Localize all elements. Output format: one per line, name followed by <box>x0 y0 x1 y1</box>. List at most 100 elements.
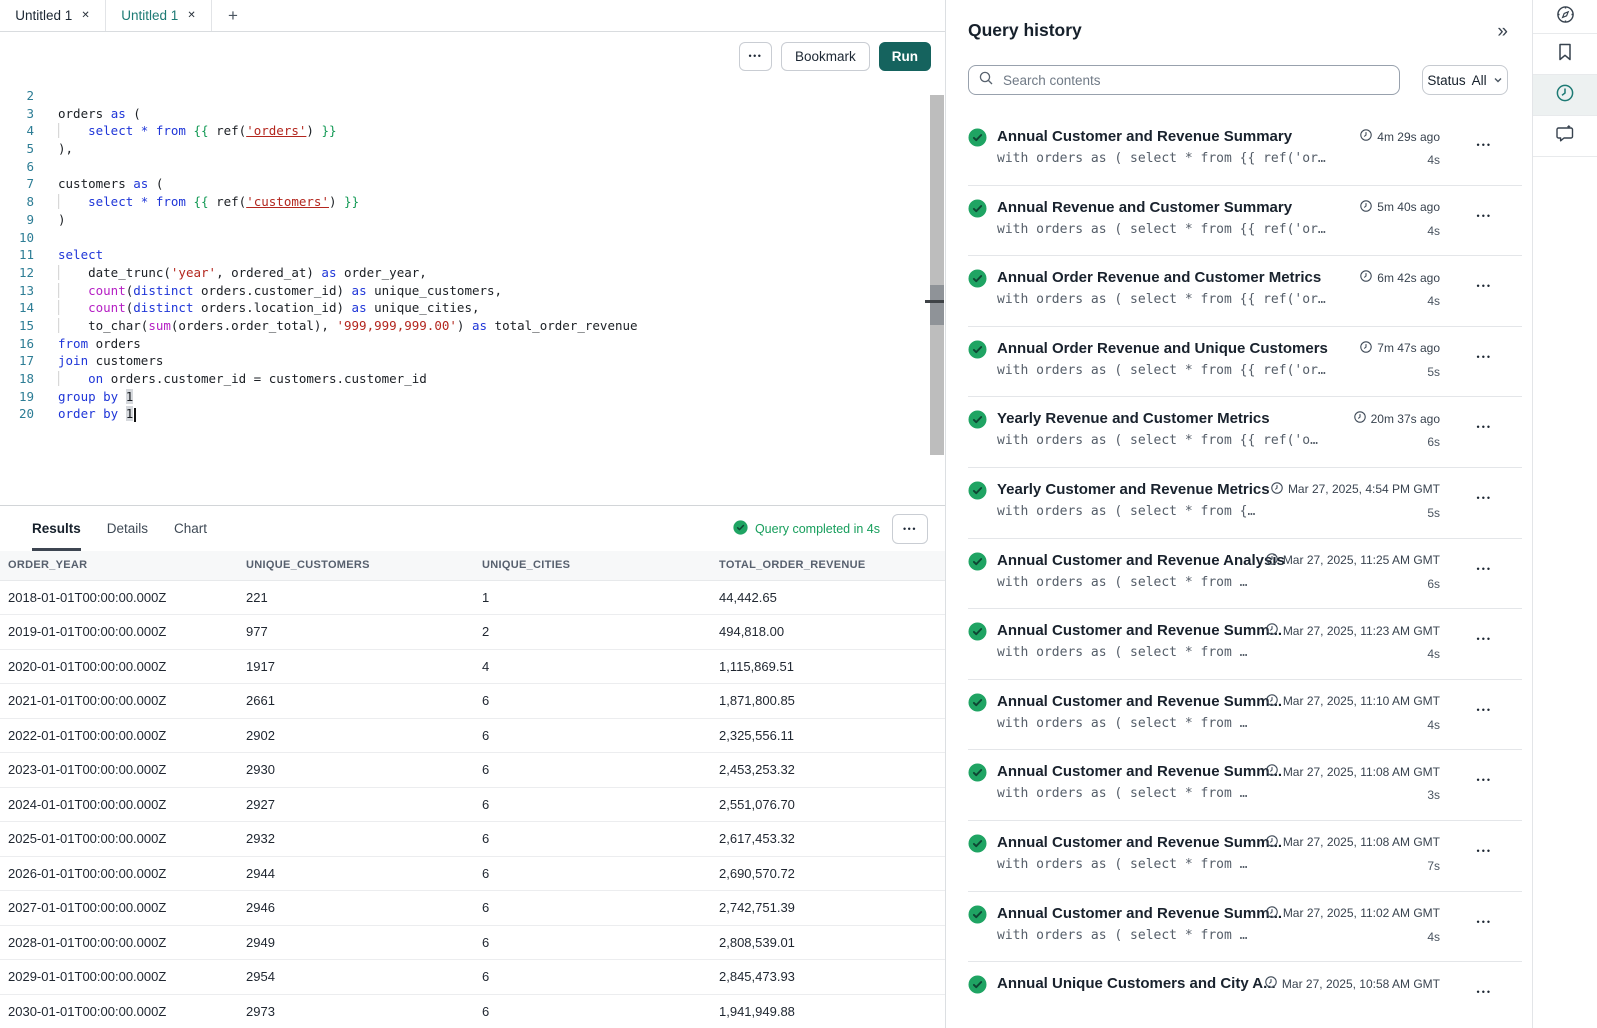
item-more-button[interactable]: ••• <box>1477 352 1492 362</box>
table-row[interactable]: 2026-01-01T00:00:00.000Z294462,690,570.7… <box>0 856 945 891</box>
item-more-button[interactable]: ••• <box>1477 917 1492 927</box>
table-row[interactable]: 2030-01-01T00:00:00.000Z297361,941,949.8… <box>0 994 945 1028</box>
query-time: Mar 27, 2025, 10:58 AM GMT <box>1282 977 1440 991</box>
line-number: 5 <box>0 140 34 158</box>
query-duration: 4s <box>1427 153 1440 167</box>
clock-icon <box>1266 835 1278 850</box>
query-history-item[interactable]: Annual Customer and Revenue Summarywith … <box>946 114 1532 185</box>
table-row[interactable]: 2022-01-01T00:00:00.000Z290262,325,556.1… <box>0 718 945 753</box>
query-history-item[interactable]: Annual Order Revenue and Unique Customer… <box>946 326 1532 397</box>
line-number: 9 <box>0 211 34 229</box>
item-more-button[interactable]: ••• <box>1477 705 1492 715</box>
line-number: 2 <box>0 87 34 105</box>
rail-button-compass[interactable] <box>1533 0 1597 34</box>
column-header[interactable]: UNIQUE_CITIES <box>474 551 711 580</box>
close-icon[interactable]: ✕ <box>187 10 195 21</box>
line-number: 4 <box>0 122 34 140</box>
query-time: 20m 37s ago <box>1371 412 1440 426</box>
query-history-list: Annual Customer and Revenue Summarywith … <box>946 114 1532 1028</box>
query-time: Mar 27, 2025, 11:02 AM GMT <box>1283 906 1440 920</box>
table-row[interactable]: 2018-01-01T00:00:00.000Z221144,442.65 <box>0 580 945 615</box>
item-more-button[interactable]: ••• <box>1477 281 1492 291</box>
results-tab-details[interactable]: Details <box>107 506 148 551</box>
query-history-item[interactable]: Annual Customer and Revenue Analysiswith… <box>946 538 1532 609</box>
query-history-item[interactable]: Annual Customer and Revenue Summ...with … <box>946 749 1532 820</box>
item-more-button[interactable]: ••• <box>1477 211 1492 221</box>
line-number: 11 <box>0 246 34 264</box>
item-more-button[interactable]: ••• <box>1477 987 1492 997</box>
search-box[interactable] <box>968 65 1400 95</box>
query-title: Yearly Customer and Revenue Metrics <box>997 481 1271 498</box>
editor-tabbar: Untitled 1✕Untitled 1✕+ <box>0 0 945 32</box>
code-line: 19group by 1 <box>0 388 945 406</box>
query-snippet: with orders as ( select * from {{ ref('o… <box>997 292 1360 307</box>
run-button[interactable]: Run <box>879 42 931 71</box>
sql-editor[interactable]: 23orders as (4 select * from {{ ref('ord… <box>0 80 945 505</box>
table-row[interactable]: 2025-01-01T00:00:00.000Z293262,617,453.3… <box>0 822 945 857</box>
query-time: Mar 27, 2025, 11:10 AM GMT <box>1283 694 1440 708</box>
success-icon <box>968 763 987 787</box>
table-row[interactable]: 2020-01-01T00:00:00.000Z191741,115,869.5… <box>0 649 945 684</box>
clock-icon <box>1271 482 1283 497</box>
query-history-item[interactable]: Annual Customer and Revenue Summ...with … <box>946 679 1532 750</box>
query-history-item[interactable]: Annual Revenue and Customer Summarywith … <box>946 185 1532 256</box>
scrollbar-thumb[interactable] <box>930 285 944 325</box>
rail-button-bookmark[interactable] <box>1533 34 1597 75</box>
item-more-button[interactable]: ••• <box>1477 422 1492 432</box>
editor-tab[interactable]: Untitled 1✕ <box>0 0 106 31</box>
editor-tab[interactable]: Untitled 1✕ <box>106 0 212 31</box>
results-tab-chart[interactable]: Chart <box>174 506 207 551</box>
table-row[interactable]: 2024-01-01T00:00:00.000Z292762,551,076.7… <box>0 787 945 822</box>
collapse-panel-icon[interactable]: » <box>1497 22 1508 41</box>
table-row[interactable]: 2019-01-01T00:00:00.000Z9772494,818.00 <box>0 615 945 650</box>
search-input[interactable] <box>1001 72 1389 89</box>
rail-button-history-clock[interactable] <box>1533 75 1597 116</box>
item-more-button[interactable]: ••• <box>1477 564 1492 574</box>
clock-icon <box>1266 764 1278 779</box>
search-icon <box>979 71 993 90</box>
success-icon <box>968 269 987 293</box>
column-header[interactable]: TOTAL_ORDER_REVENUE <box>711 551 945 580</box>
results-tab-results[interactable]: Results <box>32 506 81 551</box>
query-time: Mar 27, 2025, 11:08 AM GMT <box>1283 835 1440 849</box>
table-row[interactable]: 2029-01-01T00:00:00.000Z295462,845,473.9… <box>0 960 945 995</box>
table-row[interactable]: 2023-01-01T00:00:00.000Z293062,453,253.3… <box>0 753 945 788</box>
close-icon[interactable]: ✕ <box>81 10 89 21</box>
item-more-button[interactable]: ••• <box>1477 775 1492 785</box>
query-time: 5m 40s ago <box>1377 200 1440 214</box>
status-filter-dropdown[interactable]: Status All <box>1422 65 1508 95</box>
chevron-down-icon <box>1493 73 1503 88</box>
query-history-item[interactable]: Annual Customer and Revenue Summ...with … <box>946 608 1532 679</box>
query-history-item[interactable]: Yearly Customer and Revenue Metricswith … <box>946 467 1532 538</box>
rail-button-ai-comment[interactable] <box>1533 116 1597 157</box>
item-more-button[interactable]: ••• <box>1477 634 1492 644</box>
query-history-item[interactable]: Yearly Revenue and Customer Metricswith … <box>946 396 1532 467</box>
table-row[interactable]: 2021-01-01T00:00:00.000Z266161,871,800.8… <box>0 684 945 719</box>
table-row[interactable]: 2028-01-01T00:00:00.000Z294962,808,539.0… <box>0 925 945 960</box>
editor-scrollbar[interactable] <box>930 95 944 455</box>
bookmark-button[interactable]: Bookmark <box>781 42 870 71</box>
query-history-item[interactable]: Annual Unique Customers and City A... Mar… <box>946 961 1532 1028</box>
splitter-grip[interactable] <box>925 300 944 303</box>
query-history-item[interactable]: Annual Customer and Revenue Summ...with … <box>946 820 1532 891</box>
query-snippet: with orders as ( select * from … <box>997 575 1266 590</box>
query-title: Annual Customer and Revenue Summ... <box>997 763 1266 780</box>
query-title: Annual Unique Customers and City A... <box>997 975 1265 992</box>
clock-icon <box>1360 341 1372 356</box>
column-header[interactable]: ORDER_YEAR <box>0 551 238 580</box>
editor-more-button[interactable]: ••• <box>739 42 772 71</box>
column-header[interactable]: UNIQUE_CUSTOMERS <box>238 551 474 580</box>
editor-toolbar: ••• Bookmark Run <box>0 32 945 80</box>
item-more-button[interactable]: ••• <box>1477 140 1492 150</box>
item-more-button[interactable]: ••• <box>1477 846 1492 856</box>
table-row[interactable]: 2027-01-01T00:00:00.000Z294662,742,751.3… <box>0 891 945 926</box>
query-snippet: with orders as ( select * from … <box>997 928 1266 943</box>
code-line: 6 <box>0 158 945 176</box>
query-title: Annual Customer and Revenue Summ... <box>997 905 1266 922</box>
query-history-item[interactable]: Annual Customer and Revenue Summ... with … <box>946 891 1532 962</box>
query-history-item[interactable]: Annual Order Revenue and Customer Metric… <box>946 255 1532 326</box>
results-more-button[interactable]: ••• <box>892 514 928 544</box>
new-tab-button[interactable]: + <box>212 0 254 31</box>
item-more-button[interactable]: ••• <box>1477 493 1492 503</box>
code-line: 11select <box>0 246 945 264</box>
